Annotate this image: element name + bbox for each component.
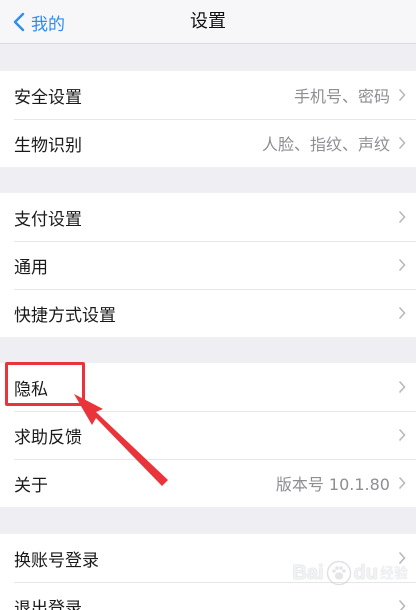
row-label: 通用 <box>14 257 48 278</box>
row-label: 换账号登录 <box>14 550 99 571</box>
chevron-right-icon <box>398 88 406 102</box>
row-help-feedback[interactable]: 求助反馈 <box>0 411 416 459</box>
back-button[interactable]: 我的 <box>12 0 65 44</box>
watermark-text-right: du <box>353 561 378 584</box>
row-general[interactable]: 通用 <box>0 241 416 289</box>
back-label: 我的 <box>31 14 65 35</box>
chevron-right-icon <box>398 306 406 320</box>
annotation-highlight-box <box>5 362 85 406</box>
payment-group: 支付设置 通用 快捷方式设置 <box>0 193 416 337</box>
chevron-right-icon <box>398 428 406 442</box>
row-label: 安全设置 <box>14 87 82 108</box>
version-text: 版本号 10.1.80 <box>275 475 390 494</box>
row-biometrics[interactable]: 生物识别 人脸、指纹、声纹 <box>0 119 416 167</box>
row-label: 支付设置 <box>14 209 82 230</box>
row-detail: 手机号、密码 <box>293 87 390 106</box>
chevron-right-icon <box>398 599 406 610</box>
row-shortcut-settings[interactable]: 快捷方式设置 <box>0 289 416 337</box>
chevron-right-icon <box>398 210 406 224</box>
row-payment-settings[interactable]: 支付设置 <box>0 193 416 241</box>
chevron-right-icon <box>398 136 406 150</box>
row-security-settings[interactable]: 安全设置 手机号、密码 <box>0 71 416 119</box>
row-label: 退出登录 <box>14 598 82 610</box>
chevron-left-icon <box>13 12 25 32</box>
chevron-right-icon <box>398 380 406 394</box>
row-label: 求助反馈 <box>14 427 82 448</box>
row-label: 生物识别 <box>14 135 82 156</box>
chevron-right-icon <box>398 258 406 272</box>
security-group: 安全设置 手机号、密码 生物识别 人脸、指纹、声纹 <box>0 71 416 167</box>
watermark: Bai du 经验 <box>292 560 408 586</box>
row-logout[interactable]: 退出登录 <box>0 582 416 610</box>
settings-screen: 我的 设置 安全设置 手机号、密码 生物识别 人脸、指纹、声纹 支付设置 通用 … <box>0 0 416 610</box>
watermark-text-left: Bai <box>292 561 324 584</box>
watermark-sub: 经验 <box>380 566 408 582</box>
row-detail: 人脸、指纹、声纹 <box>261 135 390 154</box>
nav-bar: 我的 设置 <box>0 0 416 44</box>
row-label: 快捷方式设置 <box>14 305 116 326</box>
row-about[interactable]: 关于 版本号 10.1.80 <box>0 459 416 507</box>
paw-icon <box>326 560 351 586</box>
chevron-right-icon <box>398 476 406 490</box>
row-label: 关于 <box>14 475 48 496</box>
